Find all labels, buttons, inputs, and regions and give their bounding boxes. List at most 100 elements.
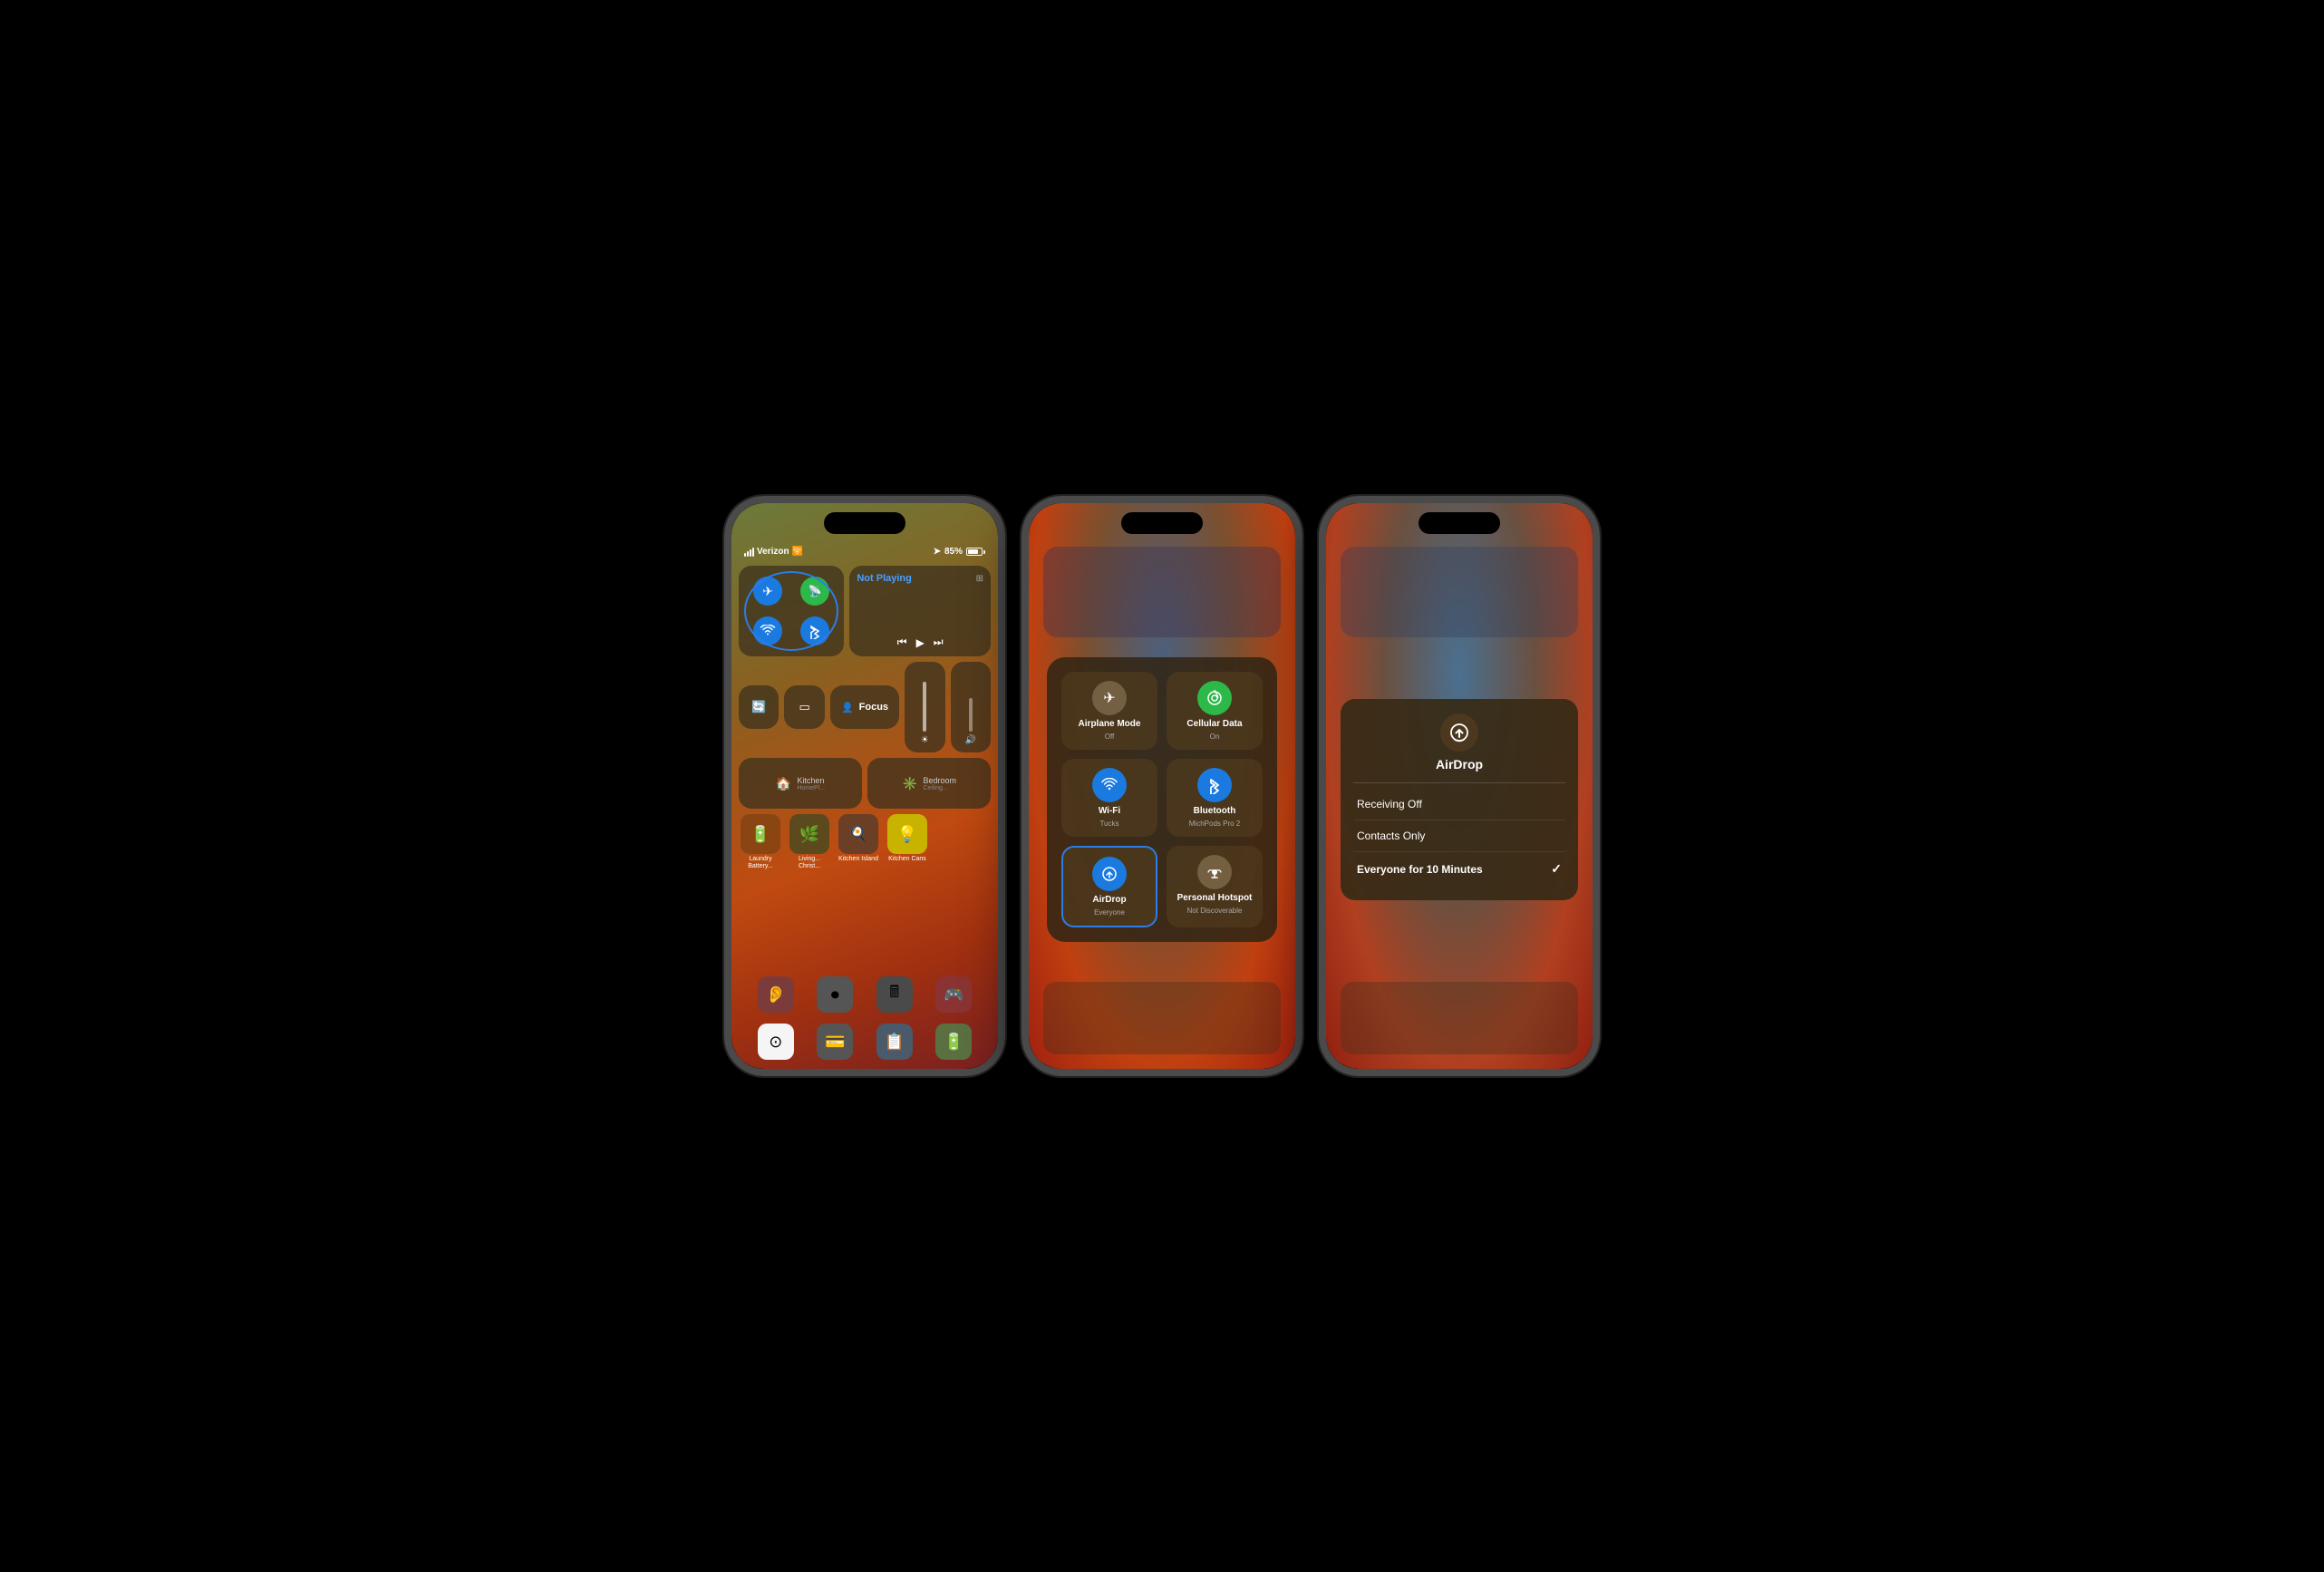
laundry-app[interactable]: 🔋 Laundry Battery... — [739, 814, 782, 869]
airdrop-menu-header: AirDrop — [1353, 713, 1565, 783]
extra-dock: ⊙ 💳 📋 🔋 — [739, 1022, 991, 1062]
conn-grid: ✈ 📡 — [739, 566, 844, 656]
now-playing-widget[interactable]: Not Playing ⊞ ⏮ ▶ ⏭ — [849, 566, 991, 656]
everyone-10min-option[interactable]: Everyone for 10 Minutes ✓ — [1353, 852, 1565, 886]
airplay-icon: ⊞ — [976, 574, 983, 584]
battery-percent: 85% — [944, 547, 963, 557]
screen-rotation-btn[interactable]: 🔄 — [739, 685, 779, 729]
living-icon: 🌿 — [789, 814, 829, 854]
connectivity-widget[interactable]: ✈ 📡 — [739, 566, 844, 656]
checkmark-icon: ✓ — [1551, 861, 1562, 877]
cc-row-1: ✈ 📡 — [739, 566, 991, 656]
prev-btn[interactable]: ⏮ — [897, 636, 907, 649]
bluetooth-btn[interactable] — [800, 616, 829, 645]
receiving-off-option[interactable]: Receiving Off — [1353, 789, 1565, 820]
clipboard-app[interactable]: 📋 — [876, 1024, 913, 1060]
record-app[interactable]: ⏺ — [817, 976, 853, 1013]
kitchen-cans-label: Kitchen Cans — [888, 856, 926, 863]
airplane-mode-sub: Off — [1105, 733, 1115, 741]
focus-icon: 👤 — [841, 702, 854, 713]
kitchen-island-icon: 🍳 — [838, 814, 878, 854]
hotspot-label: Personal Hotspot — [1177, 893, 1253, 903]
living-label: Living... Christ... — [788, 856, 831, 869]
accessory-row: 🏠 Kitchen HomePl... ✳️ Bedroom Ceiling..… — [739, 758, 991, 809]
airplane-mode-icon: ✈ — [1092, 681, 1127, 715]
cellular-data-cell[interactable]: Cellular Data On — [1167, 672, 1263, 750]
next-btn[interactable]: ⏭ — [934, 636, 944, 649]
cellular-data-sub: On — [1210, 733, 1220, 741]
dynamic-island-1 — [824, 512, 905, 534]
accessory-name-2: Bedroom — [923, 776, 956, 785]
laundry-label: Laundry Battery... — [739, 856, 782, 869]
battery-app[interactable]: 🔋 — [935, 1024, 972, 1060]
dynamic-island-3 — [1419, 512, 1500, 534]
wifi-btn[interactable] — [753, 616, 782, 645]
hotspot-sub: Not Discoverable — [1187, 907, 1243, 915]
ceiling-icon: ✳️ — [902, 776, 917, 791]
cellular-btn[interactable]: 📡 — [800, 577, 829, 606]
airdrop-sub: Everyone — [1094, 908, 1125, 917]
location-icon: ➤ — [934, 547, 941, 557]
living-app[interactable]: 🌿 Living... Christ... — [788, 814, 831, 869]
home-icon: 🏠 — [776, 776, 791, 791]
volume-slider[interactable]: 🔊 — [951, 662, 991, 752]
wifi-label: Wi-Fi — [1099, 806, 1120, 816]
wifi-cell[interactable]: Wi-Fi Tucks — [1061, 759, 1157, 837]
phone-2: ✈ Airplane Mode Off Cellular Data — [1022, 496, 1302, 1076]
bluetooth-cell[interactable]: Bluetooth MichPods Pro 2 — [1167, 759, 1263, 837]
airdrop-label: AirDrop — [1092, 895, 1126, 905]
phone3-content: AirDrop Receiving Off Contacts Only Ever… — [1326, 503, 1593, 1069]
remote-app[interactable]: 🎮 — [935, 976, 972, 1013]
cellular-data-label: Cellular Data — [1186, 719, 1242, 729]
phone1-content: Verizon 🛜 ➤ 85% — [731, 503, 998, 1069]
brightness-slider[interactable]: ☀ — [905, 662, 944, 752]
dynamic-island-2 — [1121, 512, 1203, 534]
airdrop-cell[interactable]: AirDrop Everyone — [1061, 846, 1157, 927]
screen-mirror-btn[interactable]: ▭ — [784, 685, 824, 729]
carrier-name: Verizon — [757, 547, 789, 557]
battery-icon — [966, 548, 985, 556]
cellular-data-icon — [1197, 681, 1232, 715]
kitchen-island-app[interactable]: 🍳 Kitchen Island — [837, 814, 880, 869]
contacts-only-label: Contacts Only — [1357, 830, 1425, 842]
signal-icon — [744, 548, 754, 557]
wifi-icon — [1092, 768, 1127, 802]
scene: Verizon 🛜 ➤ 85% — [706, 478, 1618, 1094]
accessory-sub-2: Ceiling... — [923, 785, 956, 791]
altimeter-app[interactable]: ⊙ — [758, 1024, 794, 1060]
bedroom-homekit-btn[interactable]: ✳️ Bedroom Ceiling... — [867, 758, 991, 809]
phone-1: Verizon 🛜 ➤ 85% — [724, 496, 1005, 1076]
wallet-app[interactable]: 💳 — [817, 1024, 853, 1060]
contacts-only-option[interactable]: Contacts Only — [1353, 820, 1565, 852]
status-bar-1: Verizon 🛜 ➤ 85% — [739, 547, 991, 557]
airplane-mode-label: Airplane Mode — [1079, 719, 1141, 729]
calc-app[interactable]: 🖩 — [876, 976, 913, 1013]
kitchen-cans-app[interactable]: 💡 Kitchen Cans — [886, 814, 929, 869]
phone2-content: ✈ Airplane Mode Off Cellular Data — [1029, 503, 1295, 1069]
ear-app[interactable]: 👂 — [758, 976, 794, 1013]
airdrop-menu: AirDrop Receiving Off Contacts Only Ever… — [1341, 699, 1578, 900]
airplane-btn[interactable]: ✈ — [753, 577, 782, 606]
accessory-name-1: Kitchen — [797, 776, 825, 785]
airdrop-menu-icon — [1440, 713, 1478, 752]
focus-label: Focus — [859, 702, 888, 713]
focus-btn[interactable]: 👤 Focus — [830, 685, 899, 729]
cc-row-2: 🔄 ▭ 👤 Focus ☀ 🔊 — [739, 662, 991, 752]
hotspot-cell[interactable]: Personal Hotspot Not Discoverable — [1167, 846, 1263, 927]
phone-3: AirDrop Receiving Off Contacts Only Ever… — [1319, 496, 1600, 1076]
play-btn[interactable]: ▶ — [916, 636, 925, 649]
bluetooth-sub: MichPods Pro 2 — [1189, 820, 1240, 828]
accessory-sub-1: HomePl... — [797, 785, 825, 791]
wifi-sub: Tucks — [1099, 820, 1118, 828]
wifi-status-icon: 🛜 — [792, 547, 803, 557]
laundry-icon: 🔋 — [741, 814, 780, 854]
status-right: ➤ 85% — [934, 547, 985, 557]
airplane-mode-cell[interactable]: ✈ Airplane Mode Off — [1061, 672, 1157, 750]
bluetooth-icon — [1197, 768, 1232, 802]
kitchen-island-label: Kitchen Island — [838, 856, 878, 863]
playback-controls: ⏮ ▶ ⏭ — [857, 636, 983, 649]
carrier: Verizon 🛜 — [744, 547, 803, 557]
receiving-off-label: Receiving Off — [1357, 798, 1422, 810]
everyone-10min-label: Everyone for 10 Minutes — [1357, 863, 1483, 876]
kitchen-homekit-btn[interactable]: 🏠 Kitchen HomePl... — [739, 758, 862, 809]
